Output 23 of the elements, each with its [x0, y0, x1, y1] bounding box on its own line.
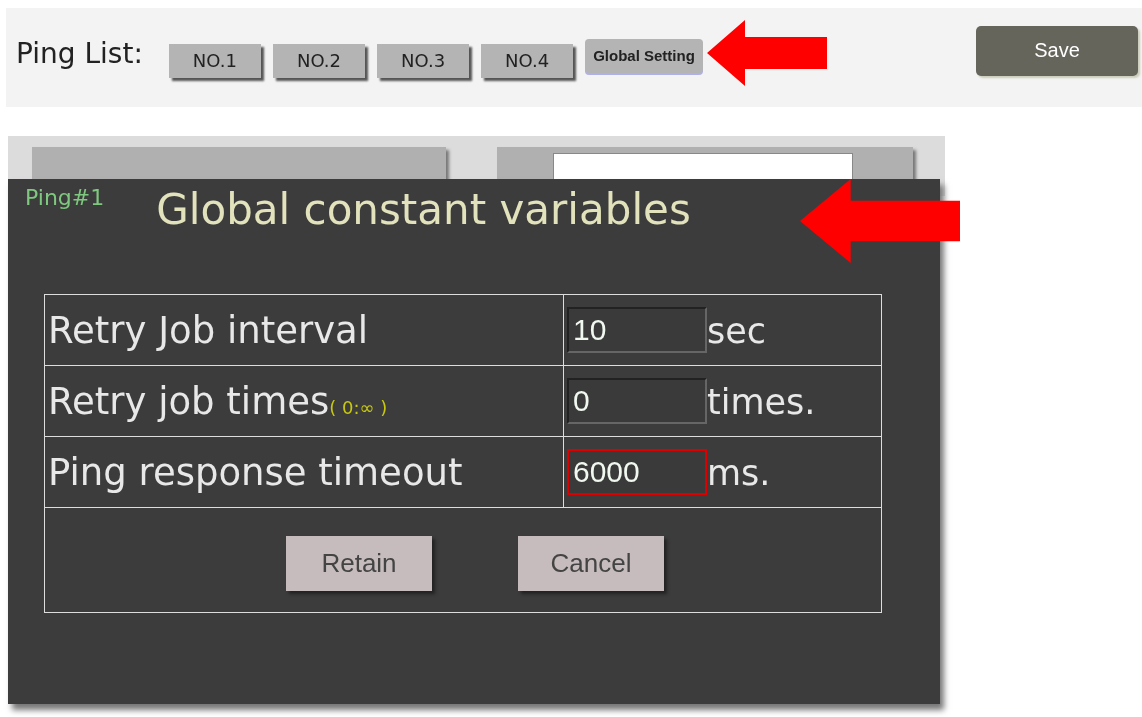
dialog-title: Global constant variables: [156, 185, 691, 234]
dialog-button[interactable]: Cancel: [518, 535, 664, 591]
ping-list-label: Ping List:: [16, 37, 143, 70]
unit-label: ms.: [707, 452, 771, 493]
tab[interactable]: NO.4: [481, 43, 574, 78]
tab[interactable]: NO.1: [168, 43, 261, 78]
setting-label: Ping response timeout: [48, 450, 463, 494]
setting-label: Retry Job interval: [48, 308, 369, 352]
setting-label: Retry job times: [48, 379, 330, 423]
input-field[interactable]: 0: [567, 378, 707, 425]
tab[interactable]: NO.2: [272, 43, 365, 78]
arrow-icon: [800, 179, 960, 263]
unit-label: sec: [707, 310, 766, 351]
tab[interactable]: NO.3: [377, 43, 470, 78]
dialog-button[interactable]: Retain: [286, 535, 432, 591]
save-button[interactable]: Save: [976, 25, 1138, 76]
tab[interactable]: Global Setting: [585, 38, 703, 73]
input-field[interactable]: 10: [567, 307, 707, 354]
range-hint: ( 0:∞ ): [329, 396, 388, 418]
dialog-tag: Ping#1: [25, 185, 105, 210]
unit-label: times.: [707, 381, 816, 422]
input-field[interactable]: 6000: [567, 449, 707, 496]
arrow-icon: [706, 19, 827, 86]
